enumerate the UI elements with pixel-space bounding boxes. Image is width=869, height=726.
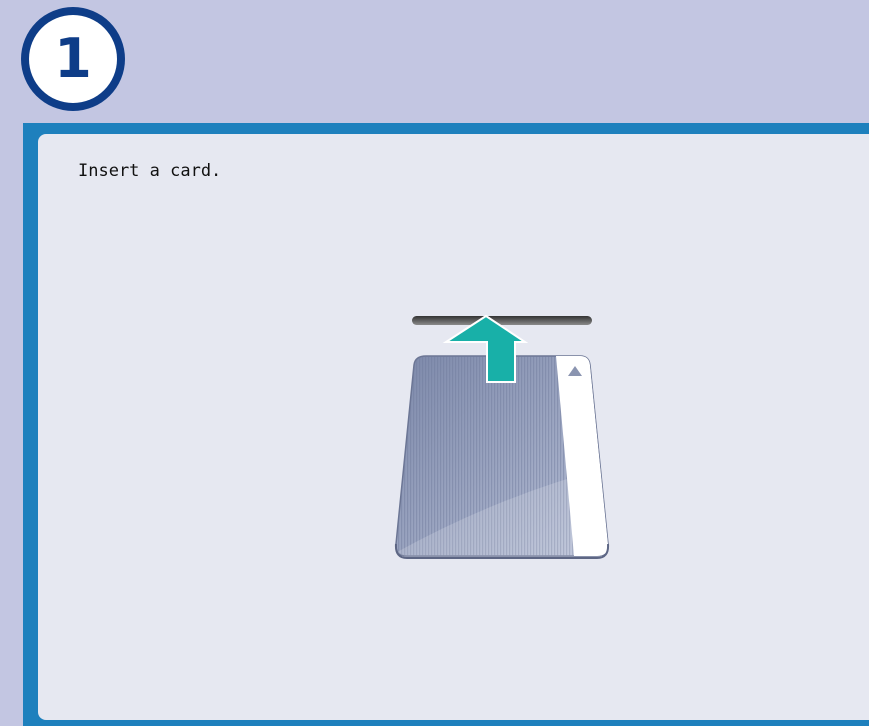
card-insert-illustration xyxy=(350,304,620,568)
step-number: 1 xyxy=(29,15,117,103)
card-slot xyxy=(412,316,592,325)
instruction-panel: Insert a card. xyxy=(38,134,869,720)
screen: 1 Insert a card. xyxy=(0,0,869,726)
card-insert-icon xyxy=(394,314,610,559)
card xyxy=(394,355,610,559)
instruction-text: Insert a card. xyxy=(78,161,222,181)
step-number-badge: 1 xyxy=(21,7,125,111)
